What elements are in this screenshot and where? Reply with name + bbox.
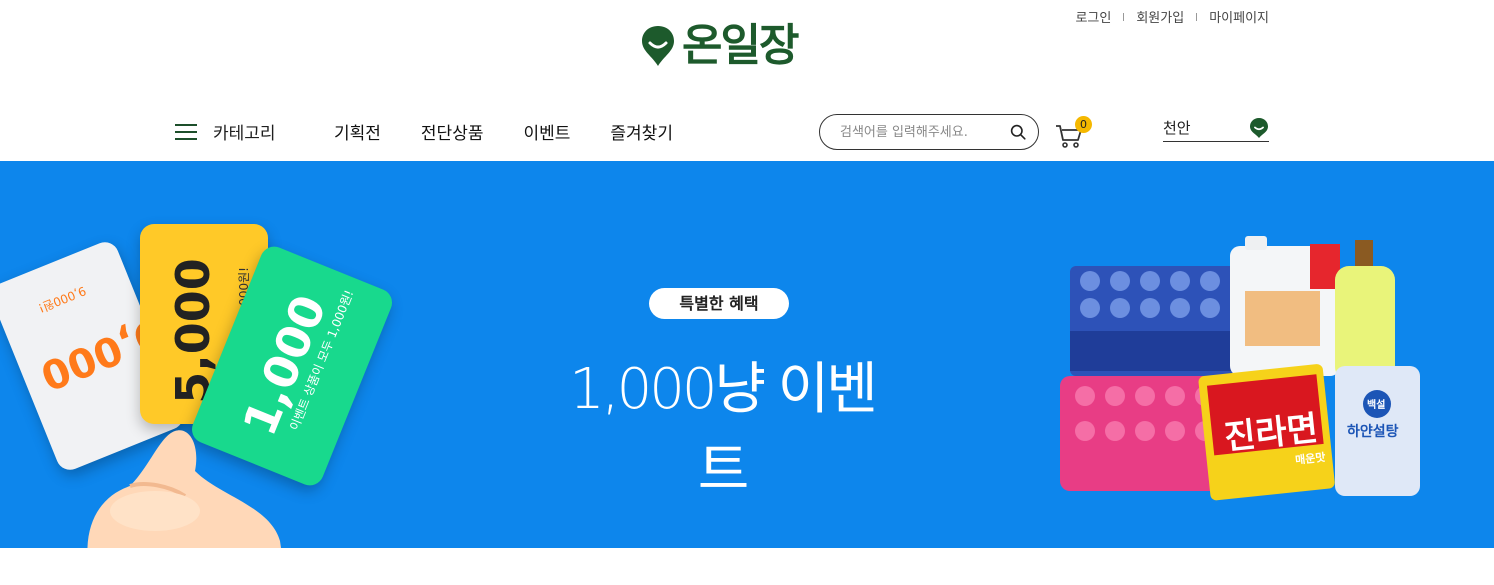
mypage-link[interactable]: 마이페이지 — [1209, 7, 1269, 26]
category-button[interactable]: 카테고리 — [175, 119, 276, 144]
main-nav: 카테고리 기획전 전단상품 이벤트 즐겨찾기 0 천안 — [0, 110, 1494, 160]
region-selector[interactable]: 천안 — [1163, 114, 1269, 142]
cart-count-badge: 0 — [1075, 116, 1092, 133]
products-illustration: 진라면 매운맛 백설 하얀설탕 — [1060, 236, 1420, 501]
utility-links: 로그인 회원가입 마이페이지 — [1075, 7, 1269, 26]
nav-item-flyer[interactable]: 전단상품 — [421, 119, 484, 144]
location-pin-icon — [1250, 117, 1268, 138]
event-headline: 1,000냥 이벤트 — [569, 357, 878, 503]
login-link[interactable]: 로그인 — [1075, 7, 1111, 26]
logo-text: 온일장 — [682, 20, 799, 71]
category-label: 카테고리 — [213, 124, 276, 144]
card-subtext: 9,000원! — [36, 283, 88, 316]
logo-pin-icon — [642, 26, 674, 66]
sugar-brand-label: 백설 — [1367, 398, 1385, 411]
sugar-label: 하얀설탕 — [1347, 423, 1399, 440]
divider — [1123, 12, 1125, 21]
menu-icon — [175, 123, 197, 140]
nav-item-favorites[interactable]: 즐겨찾기 — [610, 119, 673, 144]
nav-menu: 기획전 전단상품 이벤트 즐겨찾기 — [334, 119, 673, 144]
search-box — [819, 114, 1039, 150]
nav-item-promotions[interactable]: 기획전 — [334, 119, 381, 144]
event-banner[interactable]: 9,000 9,000원! 5,000 이 모두 5,000원! 1,000 이… — [0, 161, 1494, 548]
search-input[interactable] — [840, 124, 1010, 140]
region-label: 천안 — [1163, 119, 1191, 137]
hand-illustration — [87, 430, 281, 548]
divider — [1196, 12, 1198, 21]
signup-link[interactable]: 회원가입 — [1136, 7, 1184, 26]
cart-button[interactable]: 0 — [1054, 116, 1094, 150]
site-logo[interactable]: 온일장 — [640, 20, 799, 71]
search-icon[interactable] — [1010, 123, 1026, 141]
nav-item-events[interactable]: 이벤트 — [523, 119, 570, 144]
event-tag: 특별한 혜택 — [649, 288, 789, 319]
